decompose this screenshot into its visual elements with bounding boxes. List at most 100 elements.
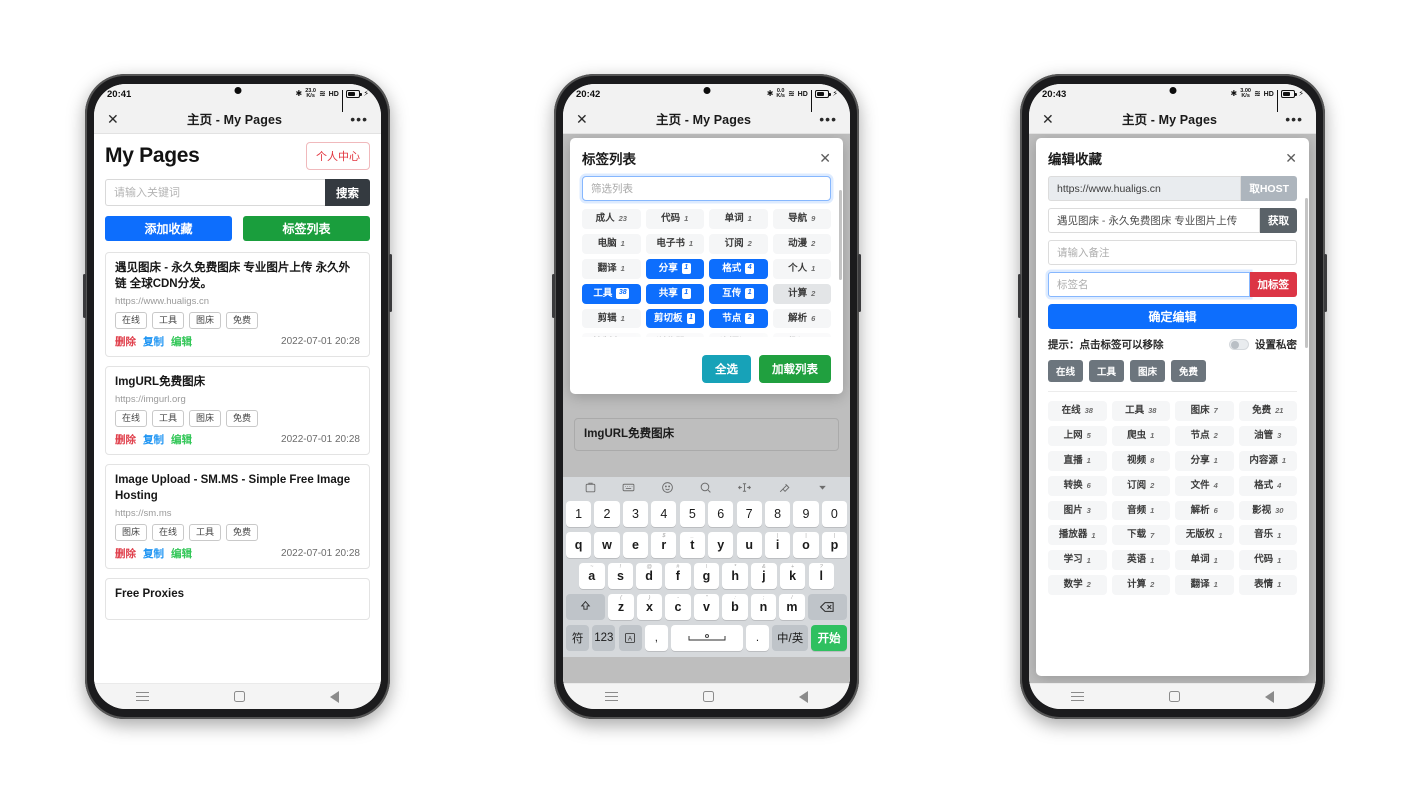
close-icon[interactable]: ✕ [576, 112, 588, 126]
recent-apps-icon[interactable] [136, 692, 150, 701]
tag-chip[interactable]: 油管 3 [1238, 425, 1297, 446]
card-tag[interactable]: 工具 [189, 523, 222, 542]
key-c[interactable]: -c [665, 593, 691, 620]
tag-chip[interactable]: 电子书 1 [645, 233, 704, 254]
key-m[interactable]: / m [779, 593, 805, 620]
close-icon[interactable]: ✕ [819, 151, 831, 165]
key-p[interactable]: | p [821, 531, 848, 558]
bookmark-card[interactable]: 遇见图床 - 永久免费图床 专业图片上传 永久外链 全球CDN分发。 https… [105, 252, 370, 357]
card-tag[interactable]: 图床 [189, 409, 222, 428]
private-toggle-wrap[interactable]: 设置私密 [1229, 337, 1297, 352]
home-icon[interactable] [702, 691, 714, 702]
tag-chip[interactable]: 订阅 2 [1111, 475, 1170, 496]
key-o[interactable]: | o [793, 531, 819, 558]
back-icon[interactable] [329, 690, 339, 703]
period-key[interactable]: . [745, 624, 770, 651]
tag-chip-selected[interactable]: 分享 1 [645, 258, 704, 279]
url-input[interactable] [1048, 176, 1242, 201]
tag-chip[interactable]: 翻译 1 [1175, 575, 1234, 595]
tag-chip[interactable]: 下载 7 [1111, 525, 1170, 546]
modal-scrollbar[interactable] [839, 190, 842, 280]
tag-chip[interactable]: 单词 1 [1175, 550, 1234, 571]
back-icon[interactable] [798, 690, 808, 703]
key-4[interactable]: 4 [651, 500, 677, 527]
symbol-key[interactable]: 符 [566, 624, 590, 651]
key-a[interactable]: ~ a [579, 562, 605, 589]
tag-chip[interactable]: 播放器 1 [1048, 525, 1107, 546]
load-list-button[interactable]: 加载列表 [759, 355, 831, 383]
key-r[interactable]: $ r [651, 531, 677, 558]
add-tag-button[interactable]: 加标签 [1249, 272, 1297, 297]
tag-chip[interactable]: 英语 1 [1111, 550, 1170, 571]
search-icon[interactable] [699, 481, 712, 494]
private-toggle[interactable] [1229, 339, 1249, 350]
clipboard-icon[interactable] [584, 481, 597, 494]
more-options-icon[interactable]: ••• [819, 112, 837, 126]
tag-chip[interactable]: 动漫 2 [772, 233, 831, 254]
key-s[interactable]: ! s [607, 562, 634, 589]
card-tag[interactable]: 在线 [115, 311, 148, 329]
emoji-icon[interactable] [661, 481, 674, 494]
search-button[interactable]: 搜索 [325, 179, 370, 206]
tag-chip[interactable]: 解析 6 [1175, 500, 1234, 521]
cursor-move-icon[interactable] [737, 481, 752, 494]
key-j[interactable]: & j [751, 562, 777, 589]
tag-chip[interactable]: 直播 1 [1048, 450, 1107, 471]
card-tag[interactable]: 图床 [115, 523, 148, 542]
card-tag[interactable]: 免费 [226, 409, 259, 428]
tag-chip[interactable]: 内容源 1 [1238, 450, 1297, 471]
tag-chip[interactable]: 电脑 1 [582, 233, 641, 254]
select-all-button[interactable]: 全选 [702, 355, 751, 383]
fetch-title-button[interactable]: 获取 [1260, 208, 1297, 233]
tag-chip-selected[interactable]: 节点 2 [709, 308, 768, 329]
tag-chip[interactable]: 数学 2 [1048, 575, 1107, 595]
copy-link[interactable]: 复制 [143, 334, 164, 349]
tag-chip[interactable]: 文件 4 [1175, 475, 1234, 496]
tag-name-input[interactable] [1048, 272, 1250, 297]
tag-chip[interactable]: 爬虫 1 [1111, 425, 1170, 446]
tag-chip[interactable]: 成人 23 [582, 209, 641, 229]
confirm-edit-button[interactable]: 确定编辑 [1048, 304, 1297, 329]
delete-link[interactable]: 删除 [115, 334, 136, 349]
tag-chip[interactable]: 图片 3 [1048, 500, 1107, 521]
tag-chip[interactable]: 免费 21 [1238, 401, 1297, 421]
key-w[interactable]: w [594, 531, 620, 558]
key-l[interactable]: ? l [808, 562, 834, 589]
tag-chip[interactable]: 转换 6 [1048, 475, 1107, 496]
comma-key[interactable]: , [644, 624, 668, 651]
tag-chip[interactable]: 订阅 2 [709, 233, 768, 254]
key-f[interactable]: # f [665, 562, 691, 589]
tag-chip[interactable]: 无版权 1 [1175, 525, 1234, 546]
key-9[interactable]: 9 [793, 500, 819, 527]
tag-chip[interactable]: 单词 1 [709, 209, 768, 229]
tag-chip-selected[interactable]: 剪切板 1 [645, 308, 704, 329]
key-5[interactable]: 5 [679, 500, 705, 527]
key-x[interactable]: ) x [636, 593, 663, 620]
get-host-button[interactable]: 取HOST [1241, 176, 1297, 201]
bookmark-card[interactable]: ImgURL免费图床 https://imgurl.org 在线 工具 图床 免… [105, 365, 370, 456]
card-tag[interactable]: 工具 [152, 311, 185, 329]
name-input[interactable] [1048, 208, 1260, 233]
shift-icon[interactable] [566, 593, 606, 620]
enter-key[interactable]: 开始 [811, 624, 847, 651]
key-0[interactable]: 0 [821, 500, 848, 527]
tag-chip-selected[interactable]: 工具 38 [582, 283, 641, 304]
selected-tag[interactable]: 工具 [1089, 360, 1125, 382]
bookmark-card[interactable]: Image Upload - SM.MS - Simple Free Image… [105, 464, 370, 570]
tag-chip[interactable]: 计算 2 [772, 283, 831, 304]
card-tag[interactable]: 图床 [189, 311, 222, 329]
tag-chip[interactable]: 翻译 1 [582, 258, 641, 279]
home-icon[interactable] [1168, 691, 1180, 702]
edit-link[interactable]: 编辑 [171, 432, 192, 447]
copy-link[interactable]: 复制 [143, 546, 164, 561]
close-icon[interactable]: ✕ [1285, 151, 1297, 165]
key-i[interactable]: | i [764, 531, 791, 558]
key-2[interactable]: 2 [594, 500, 620, 527]
card-tag[interactable]: 免费 [226, 523, 259, 542]
tag-chip-selected[interactable]: 共享 1 [645, 283, 704, 304]
add-favorite-button[interactable]: 添加收藏 [105, 216, 232, 241]
selected-tag[interactable]: 图床 [1130, 360, 1166, 382]
edit-link[interactable]: 编辑 [171, 334, 192, 349]
tag-chip[interactable]: 影视 30 [1238, 500, 1297, 521]
tag-chip-selected[interactable]: 互传 1 [709, 283, 768, 304]
